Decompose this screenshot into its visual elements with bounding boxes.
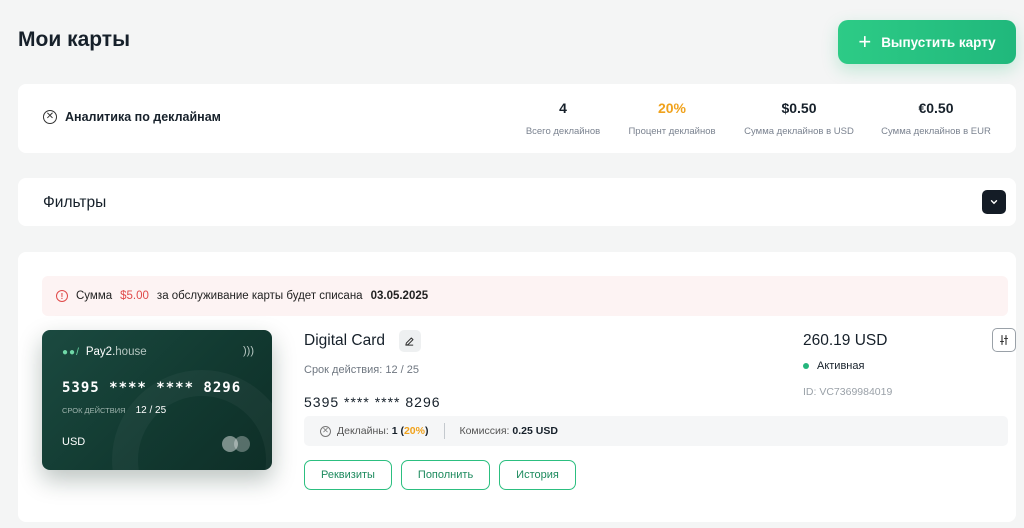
stat-label: Сумма деклайнов в USD [744, 126, 854, 137]
declines-count: 1 [391, 425, 398, 437]
pencil-icon [405, 337, 414, 346]
stat-value: $0.50 [781, 100, 817, 116]
notice-prefix: Сумма [76, 290, 113, 302]
status-text: Активная [817, 360, 865, 372]
card-actions: Реквизиты Пополнить История [304, 460, 576, 490]
brand-name: Pay2. [85, 346, 116, 358]
validity-label: Срок действия: [304, 364, 383, 376]
analytics-title: ✕ Аналитика по деклайнам [43, 110, 221, 124]
stat-label: Всего деклайнов [525, 126, 601, 137]
notice-middle: за обслуживание карты будет списана [156, 290, 363, 302]
topup-button[interactable]: Пополнить [400, 460, 491, 490]
decline-analytics-panel: ✕ Аналитика по деклайнам 4 Всего деклайн… [18, 84, 1016, 153]
card-validity: Срок действия: 12 / 25 [304, 364, 441, 376]
info-icon: ! [56, 290, 68, 302]
sliders-icon [999, 334, 1009, 346]
card-name: Digital Card [304, 332, 385, 349]
stat-value: €0.50 [918, 100, 954, 116]
details-button[interactable]: Реквизиты [304, 460, 392, 490]
status-dot [803, 363, 809, 369]
filters-toggle-button[interactable] [982, 190, 1006, 214]
commission-value: 0.25 USD [512, 425, 558, 437]
filters-title: Фильтры [43, 194, 107, 211]
card-info: Digital Card Срок действия: 12 / 25 5395… [304, 330, 441, 410]
card-brand-logo: ●●/ Pay2.house [62, 346, 147, 358]
service-fee-notice: ! Сумма $5.00 за обслуживание карты буде… [42, 276, 1008, 316]
declines-icon: ✕ [320, 425, 331, 437]
card-expiry: СРОК ДЕЙСТВИЯ 12 / 25 [62, 405, 166, 416]
commission-label: Комиссия: [459, 425, 510, 437]
issue-card-label: Выпустить карту [881, 34, 996, 50]
stat-label: Процент деклайнов [628, 126, 716, 137]
mastercard-icon [222, 436, 252, 452]
card-id: ID: VC7369984019 [803, 386, 893, 398]
stat-value: 4 [559, 100, 567, 116]
issue-card-button[interactable]: + Выпустить карту [838, 20, 1016, 64]
page-title: Мои карты [18, 28, 131, 51]
notice-amount: $5.00 [120, 290, 149, 302]
stat-value: 20% [657, 100, 687, 116]
validity-value: 12 / 25 [385, 364, 419, 376]
history-button[interactable]: История [499, 460, 576, 490]
card-expiry-value: 12 / 25 [135, 405, 167, 416]
stat-decline-percent: 20% Процент деклайнов [624, 100, 720, 137]
card-panel: ! Сумма $5.00 за обслуживание карты буде… [18, 252, 1016, 522]
divider [444, 423, 446, 439]
declines-percent: 20% [403, 425, 425, 437]
plus-icon: + [858, 29, 872, 54]
filters-panel[interactable]: Фильтры [18, 178, 1016, 226]
brand-mark-icon: ●●/ [62, 346, 80, 358]
card-expiry-label: СРОК ДЕЙСТВИЯ [62, 406, 126, 415]
stat-declines-eur: €0.50 Сумма деклайнов в EUR [878, 100, 994, 137]
analytics-title-text: Аналитика по деклайнам [65, 110, 221, 124]
stat-declines-usd: $0.50 Сумма деклайнов в USD [740, 100, 858, 137]
brand-suffix: house [115, 346, 147, 358]
card-settings-button[interactable] [992, 328, 1016, 352]
card-balance-block: 260.19 USD Активная ID: VC7369984019 [803, 332, 892, 398]
card-name-row: Digital Card [304, 330, 441, 352]
notice-date: 03.05.2025 [370, 290, 429, 302]
chevron-down-icon [990, 200, 998, 205]
edit-card-name-button[interactable] [398, 330, 421, 352]
card-number: 5395 **** **** 8296 [62, 380, 242, 396]
card-stats-strip: ✕ Деклайны: 1 (20%) Комиссия: 0.25 USD [304, 416, 1008, 446]
stat-total-declines: 4 Всего деклайнов [521, 100, 605, 137]
card-status: Активная [803, 360, 892, 372]
declines-label: Деклайны: [337, 425, 389, 437]
contactless-icon: ))) [243, 345, 254, 357]
circle-x-icon: ✕ [43, 110, 57, 124]
stat-label: Сумма деклайнов в EUR [881, 126, 991, 137]
card-balance: 260.19 USD [803, 332, 888, 349]
bank-card-visual[interactable]: ●●/ Pay2.house ))) 5395 **** **** 8296 С… [42, 330, 272, 470]
card-pan: 5395 **** **** 8296 [304, 394, 441, 410]
card-currency: USD [62, 436, 86, 448]
